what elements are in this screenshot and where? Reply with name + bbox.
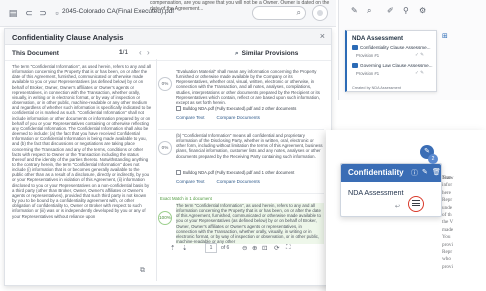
provision-card-exact-match: 100% The term "Confidential Information"… [158,203,324,245]
zoom-in-icon[interactable]: ⊕ [252,244,257,252]
page-count: of 6 [221,245,230,251]
match-counter-current: 1 [119,49,123,56]
document-line: of th [442,212,452,219]
popup-header: Confidentiality ⓘ ✎ 🗑 [341,164,441,182]
scroll-up-icon[interactable]: ⇡ [170,244,175,252]
provision-card: 0% "Evaluation Material" shall mean any … [158,69,324,127]
popup-title: Confidentiality [348,168,404,177]
page-toolbar: ⇡ ⇣ 1 of 6 ⊖ ⊕ ⊡ ⟳ ⛶ [160,243,320,256]
document-line: You [442,234,451,241]
this-document-heading: This Document [12,50,59,57]
chevron-left-icon[interactable]: ‹ [139,48,142,57]
match-counter-total: 1 [124,49,129,56]
zoom-out-icon[interactable]: ⊖ [242,244,247,252]
checkbox-icon [176,106,181,111]
panel-header: Confidentiality Clause Analysis × [5,29,331,45]
provision-text: The term "Confidential Information", as … [176,203,324,245]
divider [158,193,324,194]
annotation-popup[interactable]: Confidentiality ⓘ ✎ 🗑 NDA Assessment ↩ [340,163,442,217]
edit-icon[interactable]: ✎ [422,168,428,176]
compare-text-link[interactable]: Compare Text [176,115,205,120]
document-line: the V [442,219,454,226]
annotation-count-badge: 2 [428,154,438,164]
provision-text: (b) "Confidential Information" means all… [176,133,323,159]
back-icon[interactable]: ⊂ [22,6,36,20]
search-icon[interactable]: ⌕ [367,6,371,16]
info-icon[interactable]: ⓘ [411,168,418,178]
popup-body: NDA Assessment [348,188,404,197]
outline-item-subtitle: Provision #1 [356,71,380,76]
provision-actions: Compare Text Compare Documents [176,179,272,184]
similarity-score: 0% [158,141,172,155]
compare-text-link[interactable]: Compare Text [176,179,205,184]
compare-documents-link[interactable]: Compare Documents [217,115,260,120]
divider [156,59,157,281]
note-icon [352,45,358,50]
this-document-footer: ⧉ [12,267,152,279]
pin-icon[interactable]: ⊞ [442,32,448,40]
sidebar-toggle-icon[interactable]: ▤ [6,6,20,20]
marker-icon[interactable]: ✎ [351,6,358,15]
divider [158,129,324,130]
document-line: Repr [442,249,453,256]
outline-item-governing-law[interactable]: Governing Law Clause Assessme... [352,63,433,68]
document-line: who [442,256,451,263]
this-document-text: The term "Confidential Information", as … [12,64,152,219]
outline-item-actions-icon[interactable]: ✓ ✎ [415,52,424,58]
checkbox-icon [176,170,181,175]
settings-icon[interactable]: ⚙ [419,6,426,15]
document-line: unde [442,204,453,211]
document-line: made [442,226,454,233]
fullscreen-icon[interactable]: ⛶ [286,244,291,252]
outline-card[interactable]: NDA Assessment Confidentiality Clause As… [345,30,437,92]
outline-item-confidentiality[interactable]: Confidentiality Clause Assessme... [352,45,430,50]
document-line: infor [442,182,453,189]
provision-source[interactable]: Bulldog NDA.pdf (Fully Executed).pdf and… [176,170,294,175]
search-icon: ⌕ [235,50,239,57]
tag-icon[interactable]: ⚲ [403,6,409,15]
delete-icon[interactable]: 🗑 [432,168,441,176]
compare-documents-link[interactable]: Compare Documents [217,179,260,184]
pen-icon[interactable]: ✐ [387,6,394,15]
similarity-score: 0% [158,77,172,91]
app-window: ▤ ⊂ ⊃ ▫ 2045-Colorado CA(Final Executed)… [0,0,486,291]
similar-provisions-heading: ⌕ Similar Provisions [235,50,299,57]
match-counter: 1/1 [119,49,129,56]
document-line: Repr [442,197,453,204]
document-line: provi [442,241,453,248]
similarity-score: 100% [158,211,172,225]
list-icon[interactable] [408,196,424,212]
reply-icon[interactable]: ↩ [395,203,400,210]
provision-source[interactable]: Bulldog NDA.pdf (Fully Executed).pdf and… [176,106,296,111]
provision-actions: Compare Text Compare Documents [176,115,272,120]
panel-title: Confidentiality Clause Analysis [12,33,124,42]
scroll-down-icon[interactable]: ⇣ [182,244,187,252]
outline-item-subtitle: Provision #1 [356,53,380,58]
document-background-text: compensation, are you agree that you wil… [150,0,330,12]
forward-icon[interactable]: ⊃ [36,6,50,20]
document-line: here [442,189,451,196]
popup-footer: ↩ [341,200,441,216]
provision-card: 0% (b) "Confidential Information" means … [158,133,324,191]
fit-page-icon[interactable]: ⊡ [262,244,267,252]
exact-match-label: Exact Match in 1 document [160,196,212,201]
divider [5,60,331,61]
rotate-icon[interactable]: ⟳ [274,244,279,252]
provision-text: "Evaluation Material" shall mean any inf… [176,69,320,105]
document-line: provi [442,263,453,270]
copy-icon[interactable]: ⧉ [140,267,145,275]
close-icon[interactable]: × [320,31,325,41]
outline-footer: Created by NDA Assessment [352,86,401,90]
note-icon [352,63,358,68]
document-text-fragment: Tran infor here Repr unde of th the V ma… [442,175,486,271]
outline-title: NDA Assessment [352,35,404,42]
outline-item-actions-icon[interactable]: ✓ ✎ [415,70,424,76]
page-number-input[interactable]: 1 [205,243,217,253]
chevron-right-icon[interactable]: › [147,48,150,57]
